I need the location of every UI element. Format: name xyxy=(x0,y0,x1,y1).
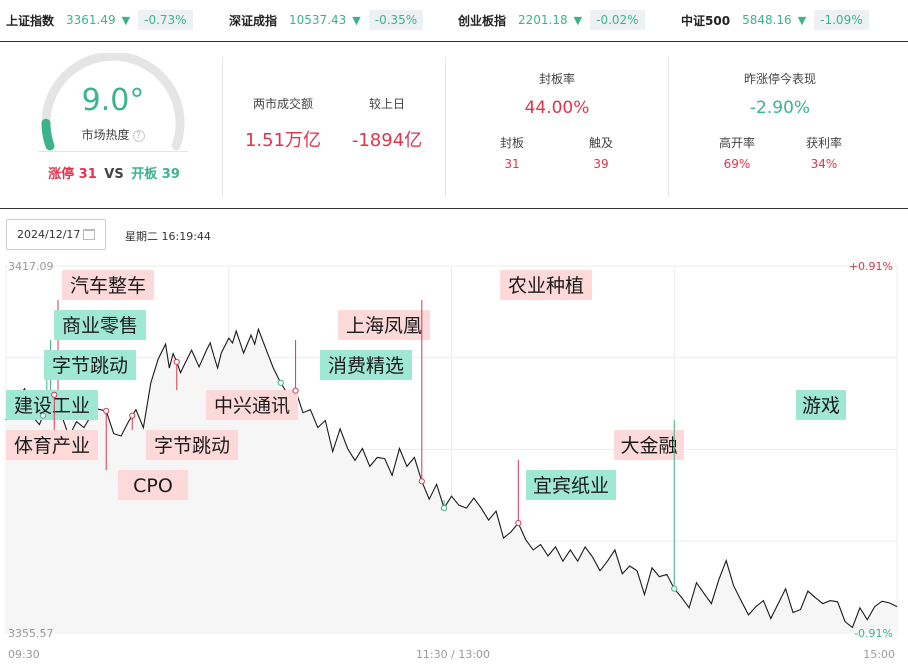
limit-vs-row: 涨停 31 VS 开板 39 xyxy=(0,163,228,182)
annotation-label: 上海凤凰 xyxy=(346,315,422,337)
vs-text: VS xyxy=(104,167,124,182)
prev-day-value: -1894亿 xyxy=(351,130,423,151)
index-name: 上证指数 xyxy=(6,13,55,28)
index-shanghai[interactable]: 上证指数 3361.49 ▼ -0.73% xyxy=(6,9,193,31)
annotation-label: 消费精选 xyxy=(328,355,404,377)
annotation-label: 建设工业 xyxy=(14,395,90,417)
annotation-point xyxy=(51,391,58,398)
annotation-label: 大金融 xyxy=(620,435,677,457)
annotation-point xyxy=(671,585,678,592)
x-tick-label: 15:00 xyxy=(863,648,895,661)
annotation-point xyxy=(418,478,425,485)
prev-day-label: 较上日 xyxy=(368,97,405,111)
pct-min-label: -0.91% xyxy=(854,627,893,640)
sealed-value: 31 xyxy=(504,157,520,171)
market-summary: 9.0° 市场热度? 涨停 31 VS 开板 39 两市成交额 1.51万亿 较… xyxy=(0,43,908,209)
down-arrow-icon: ▼ xyxy=(573,13,583,27)
index-change-badge: -1.09% xyxy=(814,10,869,30)
annotation-label: 农业种植 xyxy=(508,275,584,297)
limit-up-count: 涨停 31 xyxy=(48,167,97,182)
annotation-point xyxy=(515,519,522,527)
divider xyxy=(668,57,669,197)
index-change-badge: -0.02% xyxy=(590,10,645,30)
touched-label: 触及 xyxy=(588,136,613,150)
index-name: 创业板指 xyxy=(458,13,507,28)
divider xyxy=(445,57,446,197)
annotation-label: 宜宾纸业 xyxy=(533,475,609,497)
down-arrow-icon: ▼ xyxy=(121,13,131,27)
intraday-chart: 汽车整车商业零售字节跳动建设工业体育产业CPO字节跳动中兴通讯消费精选上海凤凰农… xyxy=(5,260,898,661)
down-arrow-icon: ▼ xyxy=(352,13,361,27)
annotation-label: 中兴通讯 xyxy=(214,395,290,417)
heat-value: 9.0° xyxy=(81,83,145,118)
pct-max-label: +0.91% xyxy=(849,260,893,273)
index-value: 10537.43 xyxy=(289,13,347,27)
date-picker[interactable]: 2024/12/17 xyxy=(6,219,106,250)
annotation-point xyxy=(277,379,284,386)
heat-label: 市场热度 xyxy=(81,128,130,142)
annotation-label: CPO xyxy=(133,475,173,497)
yesterday-value: -2.90% xyxy=(749,98,811,118)
annotation-label: 字节跳动 xyxy=(52,355,128,377)
touched-value: 39 xyxy=(593,157,609,171)
profit-label: 获利率 xyxy=(805,136,842,150)
annotation-label: 汽车整车 xyxy=(70,275,146,297)
annotation-point xyxy=(103,407,110,415)
index-name: 中证500 xyxy=(681,13,731,28)
seal-rate-value: 44.00% xyxy=(524,98,590,118)
calendar-icon[interactable] xyxy=(83,229,95,240)
profit-value: 34% xyxy=(810,157,838,171)
help-icon[interactable]: ? xyxy=(132,130,145,142)
annotation-point xyxy=(292,387,299,394)
index-value: 3361.49 xyxy=(66,13,116,27)
annotation-label: 游戏 xyxy=(802,395,840,417)
gauge-divider xyxy=(38,151,188,152)
turnover-label: 两市成交额 xyxy=(252,97,313,111)
y-max-label: 3417.09 xyxy=(8,260,54,273)
index-change-badge: -0.35% xyxy=(368,10,424,30)
annotation-label: 字节跳动 xyxy=(154,435,230,457)
index-shenzhen[interactable]: 深证成指 10537.43 ▼ -0.35% xyxy=(229,9,424,31)
annotation-point xyxy=(440,505,448,512)
turnover-value: 1.51万亿 xyxy=(244,130,322,151)
seal-rate-title: 封板率 xyxy=(538,72,575,86)
yesterday-title: 昨涨停今表现 xyxy=(743,72,816,86)
annotation-label: 商业零售 xyxy=(62,315,138,337)
x-tick-label: 09:30 xyxy=(8,648,40,661)
index-name: 深证成指 xyxy=(229,13,278,28)
index-value: 5848.16 xyxy=(742,13,792,27)
index-value: 2201.18 xyxy=(518,13,568,27)
annotation-point xyxy=(40,412,47,419)
high-open-value: 69% xyxy=(723,157,751,171)
annotation-point xyxy=(129,412,136,419)
weekday-time: 星期二 16:19:44 xyxy=(125,230,211,243)
x-tick-label: 11:30 / 13:00 xyxy=(416,648,490,661)
index-change-badge: -0.73% xyxy=(138,10,193,30)
y-min-label: 3355.57 xyxy=(8,627,54,640)
annotation-point xyxy=(173,358,180,366)
annotation-label: 体育产业 xyxy=(14,435,90,457)
index-chinext[interactable]: 创业板指 2201.18 ▼ -0.02% xyxy=(458,9,645,31)
high-open-label: 高开率 xyxy=(718,136,755,150)
date-value: 2024/12/17 xyxy=(17,228,81,241)
index-bar: 上证指数 3361.49 ▼ -0.73% 深证成指 10537.43 ▼ -0… xyxy=(0,0,908,42)
down-arrow-icon: ▼ xyxy=(797,13,807,27)
opened-count: 开板 39 xyxy=(131,167,180,182)
heat-label-row: 市场热度? xyxy=(28,126,198,143)
index-csi500[interactable]: 中证500 5848.16 ▼ -1.09% xyxy=(681,9,869,31)
sealed-label: 封板 xyxy=(499,136,524,150)
